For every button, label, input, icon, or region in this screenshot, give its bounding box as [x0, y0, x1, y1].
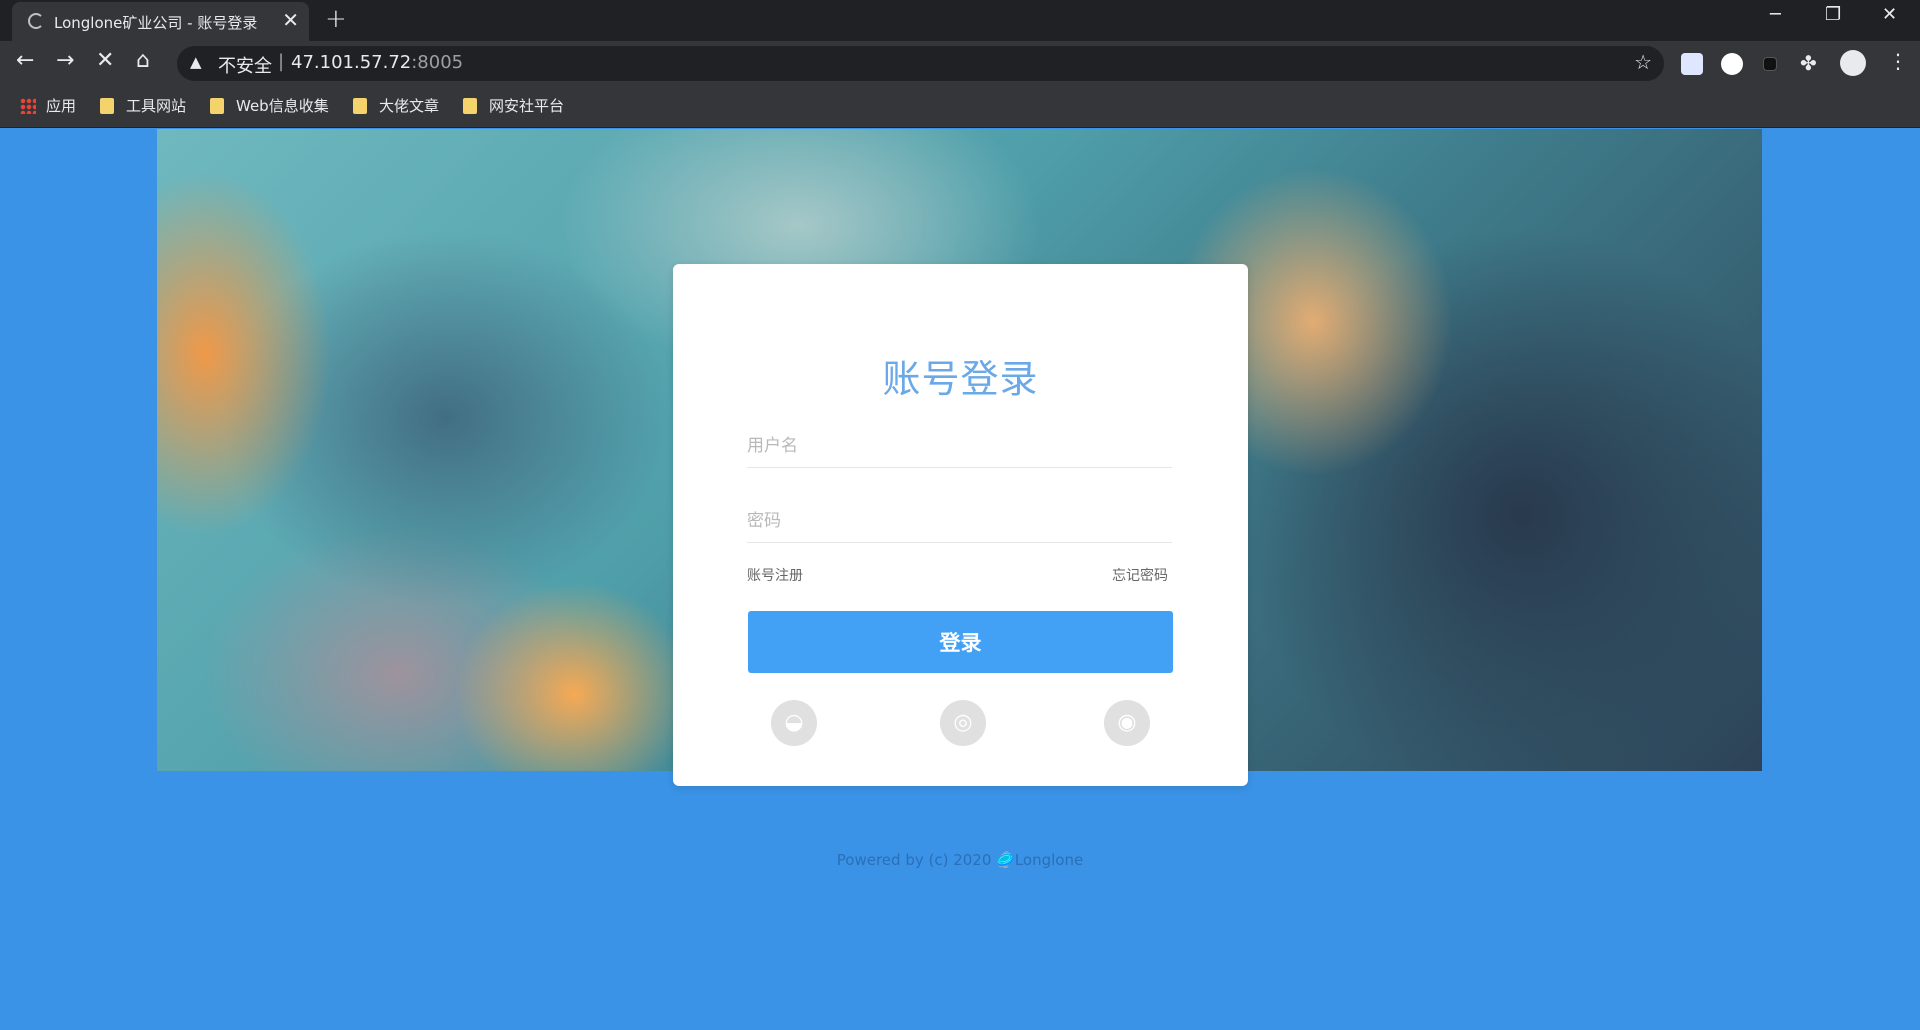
window-close-icon[interactable]: ✕: [1882, 4, 1897, 25]
address-separator: |: [278, 51, 285, 72]
new-tab-button[interactable]: +: [325, 4, 347, 34]
login-button[interactable]: 登录: [748, 611, 1173, 673]
bookmark-label: 工具网站: [126, 97, 187, 115]
browser-toolbar: ← → ✕ ⌂ ▲ 不安全 | 47.101.57.72:8005 ☆ ✤ ⋮: [0, 41, 1920, 85]
bookmark-label: 大佬文章: [379, 97, 440, 115]
folder-icon: [210, 98, 224, 114]
wechat-icon[interactable]: ◎: [940, 700, 986, 746]
forgot-password-link[interactable]: 忘记密码: [1112, 565, 1168, 585]
profile-avatar-icon[interactable]: [1840, 50, 1866, 76]
stop-loading-icon[interactable]: ✕: [96, 49, 114, 73]
folder-icon: [100, 98, 114, 114]
bookmark-label: Web信息收集: [236, 97, 329, 115]
security-status[interactable]: 不安全: [218, 52, 272, 78]
username-input[interactable]: [747, 424, 1172, 468]
qq-icon[interactable]: ◒: [771, 700, 817, 746]
bookmark-label: 网安社平台: [489, 97, 565, 115]
tab-title: Longlone矿业公司 - 账号登录: [54, 14, 258, 32]
url-port: :8005: [411, 52, 464, 73]
url-host: 47.101.57.72: [291, 52, 412, 73]
footer-powered-by: Powered by (c) 2020 🥏Longlone: [836, 851, 1084, 869]
bookmark-folder-tools[interactable]: 工具网站: [100, 95, 186, 116]
loading-spinner-icon: [28, 13, 44, 29]
home-icon[interactable]: ⌂: [136, 49, 150, 73]
bookmark-apps[interactable]: 应用: [20, 95, 76, 116]
apps-icon: [20, 98, 36, 114]
bookmarks-bar: 应用 工具网站 Web信息收集 大佬文章 网安社平台: [0, 85, 1920, 128]
minimize-icon[interactable]: ─: [1770, 4, 1781, 25]
extension-dark-icon[interactable]: [1763, 57, 1777, 71]
extension-fox-icon[interactable]: [1721, 53, 1743, 75]
bookmark-folder-articles[interactable]: 大佬文章: [353, 95, 439, 116]
extensions-puzzle-icon[interactable]: ✤: [1800, 51, 1817, 75]
warning-triangle-icon[interactable]: ▲: [190, 53, 202, 71]
bookmark-folder-web-info[interactable]: Web信息收集: [210, 95, 329, 116]
password-input[interactable]: [747, 499, 1172, 543]
back-arrow-icon[interactable]: ←: [16, 49, 34, 73]
url-text[interactable]: 47.101.57.72:8005: [291, 52, 463, 73]
register-link[interactable]: 账号注册: [747, 565, 803, 585]
tab-strip: Longlone矿业公司 - 账号登录 ✕ + ─ ❐ ✕: [0, 0, 1920, 41]
bookmark-folder-security-platform[interactable]: 网安社平台: [463, 95, 564, 116]
browser-tab-active[interactable]: Longlone矿业公司 - 账号登录 ✕: [12, 2, 309, 41]
folder-icon: [463, 98, 477, 114]
folder-icon: [353, 98, 367, 114]
address-bar[interactable]: ▲ 不安全 | 47.101.57.72:8005 ☆: [177, 46, 1664, 81]
bookmark-label: 应用: [46, 97, 77, 115]
more-menu-icon[interactable]: ⋮: [1888, 49, 1908, 73]
extension-bird-icon[interactable]: [1681, 53, 1703, 75]
tab-close-icon[interactable]: ✕: [282, 8, 299, 32]
weibo-icon[interactable]: ◉: [1104, 700, 1150, 746]
forward-arrow-icon[interactable]: →: [56, 49, 74, 73]
login-heading: 账号登录: [882, 357, 1039, 401]
restore-icon[interactable]: ❐: [1825, 4, 1841, 25]
bookmark-star-icon[interactable]: ☆: [1634, 50, 1652, 74]
